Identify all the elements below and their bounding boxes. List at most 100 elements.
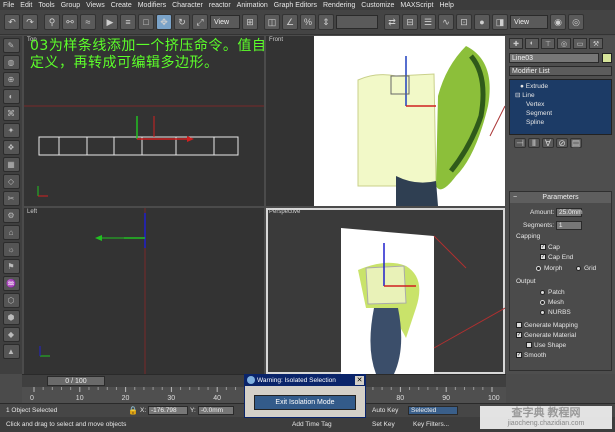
render-setup-icon[interactable]: ◨	[492, 14, 508, 30]
selected-dropdown[interactable]: Selected	[408, 406, 458, 415]
tool-icon-1[interactable]: ✎	[2, 38, 20, 53]
morph-radio[interactable]: Morph	[536, 265, 562, 272]
tool-icon-19[interactable]: ▲	[2, 344, 20, 359]
menu-item[interactable]: Animation	[237, 2, 268, 9]
tool-icon-3[interactable]: ⊕	[2, 72, 20, 87]
tool-icon-12[interactable]: ⌂	[2, 225, 20, 240]
modifier-list-dropdown[interactable]: Modifier List	[509, 66, 612, 76]
named-selection-dropdown[interactable]	[336, 15, 378, 29]
select-object-icon[interactable]: ▶	[102, 14, 118, 30]
bind-icon[interactable]: ≈	[80, 14, 96, 30]
mirror-icon[interactable]: ⇄	[384, 14, 400, 30]
modifier-stack[interactable]: ● Extrude ⊟ Line Vertex Segment Spline	[509, 79, 612, 135]
schematic-icon[interactable]: ⊡	[456, 14, 472, 30]
stack-item-extrude[interactable]: ● Extrude	[512, 82, 609, 91]
remove-modifier-icon[interactable]: ⊘	[556, 138, 568, 148]
x-coord-field[interactable]: -176.798	[148, 406, 188, 415]
menu-item[interactable]: Customize	[361, 2, 394, 9]
tool-icon-11[interactable]: ⚙	[2, 208, 20, 223]
tool-icon-5[interactable]: ⌘	[2, 106, 20, 121]
rect-select-icon[interactable]: □	[138, 14, 154, 30]
cap-start-checkbox[interactable]: ✓ Cap	[540, 244, 560, 251]
object-name-field[interactable]: Line03	[509, 53, 599, 63]
move-icon[interactable]: ✥	[156, 14, 172, 30]
tool-icon-4[interactable]: ◐	[2, 89, 20, 104]
tool-icon-13[interactable]: ☼	[2, 242, 20, 257]
rotate-icon[interactable]: ↻	[174, 14, 190, 30]
parameters-rollout-header[interactable]: − Parameters	[510, 192, 611, 203]
stack-item-segment[interactable]: Segment	[512, 109, 609, 118]
key-filters-button[interactable]: Key Filters...	[413, 421, 449, 428]
mesh-radio[interactable]: Mesh	[540, 299, 564, 306]
cap-end-checkbox[interactable]: ✓ Cap End	[540, 254, 573, 261]
render-last-icon[interactable]: ◎	[568, 14, 584, 30]
set-key-button[interactable]: Set Key	[372, 421, 395, 428]
close-icon[interactable]: ✕	[355, 376, 364, 385]
menu-item[interactable]: Character	[172, 2, 203, 9]
redo-icon[interactable]: ↷	[22, 14, 38, 30]
motion-tab-icon[interactable]: ◎	[557, 38, 571, 49]
tool-icon-15[interactable]: ♒	[2, 276, 20, 291]
lock-icon[interactable]: 🔒	[128, 406, 138, 415]
pin-stack-icon[interactable]: ⊣	[514, 138, 526, 148]
quick-render-icon[interactable]: ◉	[550, 14, 566, 30]
reference-coord-dropdown[interactable]: View	[210, 15, 240, 29]
hierarchy-tab-icon[interactable]: ⊤	[541, 38, 555, 49]
menu-item[interactable]: Rendering	[323, 2, 355, 9]
stack-item-vertex[interactable]: Vertex	[512, 100, 609, 109]
display-tab-icon[interactable]: ▭	[573, 38, 587, 49]
tool-icon-2[interactable]: ◍	[2, 55, 20, 70]
exit-isolation-mode-button[interactable]: Exit Isolation Mode	[254, 395, 356, 410]
menu-item[interactable]: Edit	[20, 2, 32, 9]
viewport-left[interactable]: Left	[24, 208, 264, 374]
stack-item-spline[interactable]: Spline	[512, 118, 609, 127]
generate-material-checkbox[interactable]: ✓ Generate Material	[516, 332, 576, 339]
tool-icon-10[interactable]: ✂	[2, 191, 20, 206]
y-coord-field[interactable]: -0.0mm	[198, 406, 234, 415]
tool-icon-7[interactable]: ❖	[2, 140, 20, 155]
tool-icon-18[interactable]: ◆	[2, 327, 20, 342]
menu-item[interactable]: Modifiers	[138, 2, 166, 9]
percent-snap-icon[interactable]: %	[300, 14, 316, 30]
menu-item[interactable]: Help	[439, 2, 453, 9]
create-tab-icon[interactable]: ✚	[509, 38, 523, 49]
generate-mapping-checkbox[interactable]: Generate Mapping	[516, 322, 578, 329]
tool-icon-8[interactable]: ▦	[2, 157, 20, 172]
select-by-name-icon[interactable]: ≡	[120, 14, 136, 30]
spinner-snap-icon[interactable]: ⇕	[318, 14, 334, 30]
use-shape-checkbox[interactable]: Use Shape	[526, 342, 566, 349]
tool-icon-16[interactable]: ⬡	[2, 293, 20, 308]
object-color-swatch[interactable]	[602, 53, 612, 63]
patch-radio[interactable]: Patch	[540, 289, 565, 296]
smooth-checkbox[interactable]: ✓ Smooth	[516, 352, 546, 359]
angle-snap-icon[interactable]: ∠	[282, 14, 298, 30]
snap-icon[interactable]: ◫	[264, 14, 280, 30]
auto-key-button[interactable]: Auto Key	[372, 407, 398, 414]
layer-icon[interactable]: ☰	[420, 14, 436, 30]
unlink-icon[interactable]: ⚯	[62, 14, 78, 30]
menu-item[interactable]: Views	[86, 2, 105, 9]
menu-item[interactable]: Tools	[38, 2, 54, 9]
tool-icon-9[interactable]: ◇	[2, 174, 20, 189]
configure-sets-icon[interactable]: ▤	[570, 138, 582, 148]
align-icon[interactable]: ⊟	[402, 14, 418, 30]
nurbs-radio[interactable]: NURBS	[540, 309, 571, 316]
tool-icon-14[interactable]: ⚑	[2, 259, 20, 274]
menu-item[interactable]: File	[3, 2, 14, 9]
viewport-front[interactable]: Front	[266, 36, 505, 206]
menu-item[interactable]: Graph Editors	[274, 2, 317, 9]
menu-item[interactable]: MAXScript	[400, 2, 433, 9]
segments-spinner[interactable]: 1	[555, 221, 582, 230]
grid-radio[interactable]: Grid	[576, 265, 596, 272]
add-time-tag[interactable]: Add Time Tag	[292, 421, 332, 428]
material-editor-icon[interactable]: ●	[474, 14, 490, 30]
menu-item[interactable]: reactor	[209, 2, 231, 9]
menu-item[interactable]: Group	[61, 2, 80, 9]
viewport-perspective[interactable]: Perspective	[266, 208, 505, 374]
tool-icon-6[interactable]: ✦	[2, 123, 20, 138]
time-slider-handle[interactable]: 0 / 100	[47, 376, 105, 386]
show-end-result-icon[interactable]: Ⅱ	[528, 138, 540, 148]
menu-item[interactable]: Create	[111, 2, 132, 9]
modify-tab-icon[interactable]: ◐	[525, 38, 539, 49]
curve-editor-icon[interactable]: ∿	[438, 14, 454, 30]
